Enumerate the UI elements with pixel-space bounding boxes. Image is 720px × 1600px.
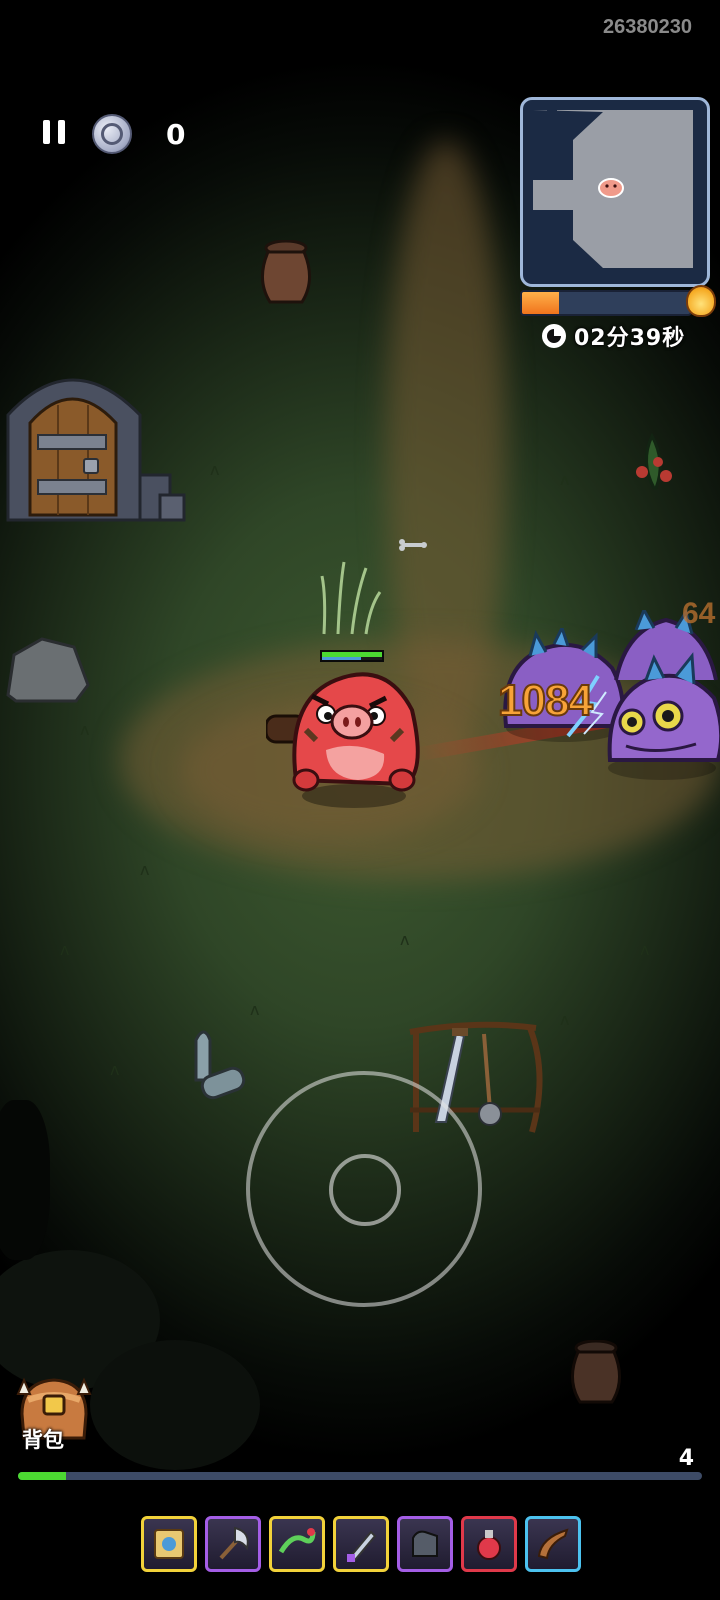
survival-timer: 02分39秒 — [542, 320, 685, 352]
pause-button[interactable] — [34, 112, 74, 152]
skill-slot[interactable] — [333, 1516, 389, 1572]
skill-slot[interactable] — [205, 1516, 261, 1572]
grass-clump — [320, 561, 382, 635]
player-id: 26380230 — [603, 16, 692, 38]
gauntlet-icon — [412, 1530, 438, 1557]
berry-bush — [636, 432, 672, 490]
dagger-icon — [347, 1530, 377, 1562]
clock-icon — [542, 324, 566, 348]
potion-icon — [477, 1530, 501, 1560]
damage-number: 1084 — [497, 675, 594, 726]
timer-text: 02分39秒 — [574, 326, 686, 351]
clay-pot — [571, 1340, 621, 1404]
coin-icon — [92, 114, 132, 154]
skill-slot[interactable] — [397, 1516, 453, 1572]
skill-slot[interactable] — [525, 1516, 581, 1572]
stone-door — [6, 378, 186, 522]
wave-progress-fill — [522, 292, 559, 314]
coin-count: 0 — [166, 118, 186, 151]
bone — [399, 539, 427, 551]
shadow-bush — [0, 1100, 50, 1260]
horn-icon — [537, 1528, 569, 1560]
fire-spirit-icon — [686, 285, 716, 317]
skill-slot[interactable] — [461, 1516, 517, 1572]
clay-pot — [261, 240, 311, 304]
broken-statue — [194, 1030, 246, 1100]
shadow-bush — [90, 1340, 260, 1470]
skill-bar — [141, 1516, 581, 1572]
player-health-bar — [320, 650, 384, 662]
minimap-terrain — [533, 106, 693, 268]
scroll-icon — [154, 1529, 184, 1559]
level-progress-bar — [18, 1472, 702, 1480]
skill-slot[interactable] — [141, 1516, 197, 1572]
skill-slot[interactable] — [269, 1516, 325, 1572]
shield-fill — [322, 657, 361, 660]
level-progress-fill — [18, 1472, 66, 1480]
pig-marker-icon — [598, 178, 624, 198]
pig-hero — [266, 672, 420, 808]
purple-slime-enemy — [607, 610, 720, 780]
damage-number-offscreen: 64 — [682, 597, 716, 630]
minimap[interactable] — [520, 97, 710, 287]
rock — [6, 637, 90, 703]
battle-axe-icon — [219, 1526, 249, 1560]
dragon-icon — [278, 1528, 316, 1554]
wave-progress-bar — [520, 290, 692, 316]
level-number: 4 — [678, 1446, 694, 1471]
backpack-label: 背包 — [22, 1428, 64, 1452]
joystick-knob[interactable] — [329, 1154, 401, 1226]
